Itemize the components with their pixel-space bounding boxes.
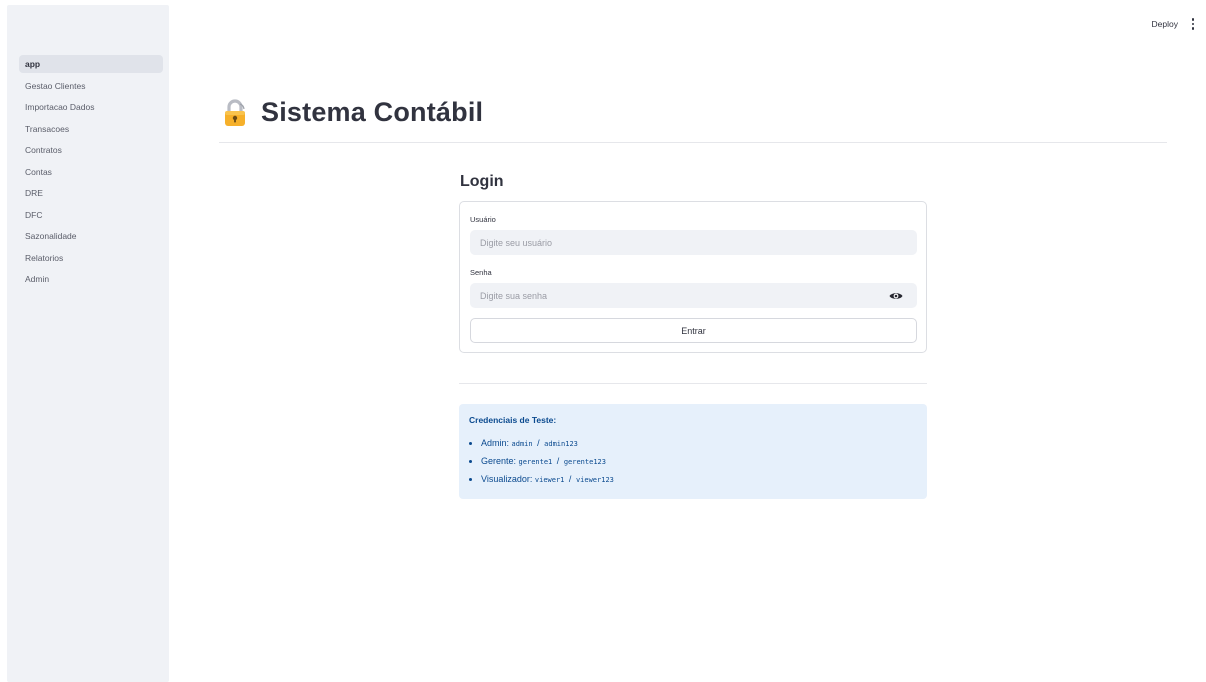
credential-password: admin123 — [544, 440, 578, 448]
credential-role: Visualizador: — [481, 474, 533, 484]
sidebar-nav: app Gestao Clientes Importacao Dados Tra… — [19, 55, 163, 292]
sidebar-item-importacao-dados[interactable]: Importacao Dados — [19, 98, 163, 116]
test-credentials-title: Credenciais de Teste: — [469, 415, 557, 425]
sidebar-item-admin[interactable]: Admin — [19, 270, 163, 288]
credential-separator: / — [568, 474, 572, 484]
password-input[interactable] — [470, 283, 917, 308]
credential-user: viewer1 — [534, 476, 565, 484]
sidebar-item-sazonalidade[interactable]: Sazonalidade — [19, 227, 163, 245]
header-divider — [219, 142, 1167, 143]
credential-role: Admin: — [481, 438, 510, 448]
sidebar-item-dfc[interactable]: DFC — [19, 206, 163, 224]
credential-password: gerente123 — [563, 458, 606, 466]
lock-icon — [221, 98, 249, 128]
kebab-menu-icon[interactable] — [1188, 17, 1198, 31]
login-submit-button[interactable]: Entrar — [470, 318, 917, 343]
username-label: Usuário — [470, 215, 496, 224]
sidebar-item-transacoes[interactable]: Transacoes — [19, 120, 163, 138]
list-item: Admin: admin / admin123 — [481, 435, 917, 453]
credential-user: gerente1 — [518, 458, 553, 466]
login-heading: Login — [460, 173, 504, 190]
sidebar-item-contas[interactable]: Contas — [19, 163, 163, 181]
test-credentials-box: Credenciais de Teste: Admin: admin / adm… — [459, 404, 927, 499]
credential-separator: / — [537, 438, 540, 448]
list-item: Visualizador: viewer1 / viewer123 — [481, 471, 917, 489]
page-title: Sistema Contábil — [261, 97, 484, 128]
list-item: Gerente: gerente1 / gerente123 — [481, 453, 917, 471]
eye-icon — [889, 293, 903, 299]
sidebar-item-gestao-clientes[interactable]: Gestao Clientes — [19, 77, 163, 95]
sidebar-item-relatorios[interactable]: Relatorios — [19, 249, 163, 267]
title-row: Sistema Contábil — [221, 79, 483, 146]
credential-user: admin — [511, 440, 533, 448]
section-divider — [459, 383, 927, 384]
username-input[interactable] — [470, 230, 917, 255]
sidebar-item-dre[interactable]: DRE — [19, 184, 163, 202]
login-form: Usuário Senha Entrar — [459, 201, 927, 353]
sidebar: app Gestao Clientes Importacao Dados Tra… — [7, 5, 169, 682]
main-content: Sistema Contábil Login Usuário Senha Ent… — [219, 0, 1167, 682]
credentials-list: Admin: admin / admin123 Gerente: gerente… — [469, 435, 917, 489]
app-window: app Gestao Clientes Importacao Dados Tra… — [0, 0, 1206, 682]
credential-separator: / — [556, 456, 560, 466]
login-section: Login Usuário Senha Entrar Credenciai — [459, 170, 927, 499]
credential-role: Gerente: — [481, 456, 517, 466]
sidebar-item-app[interactable]: app — [19, 55, 163, 73]
password-label: Senha — [470, 268, 492, 277]
password-visibility-toggle[interactable] — [888, 288, 904, 304]
sidebar-item-contratos[interactable]: Contratos — [19, 141, 163, 159]
credential-password: viewer123 — [575, 476, 614, 484]
